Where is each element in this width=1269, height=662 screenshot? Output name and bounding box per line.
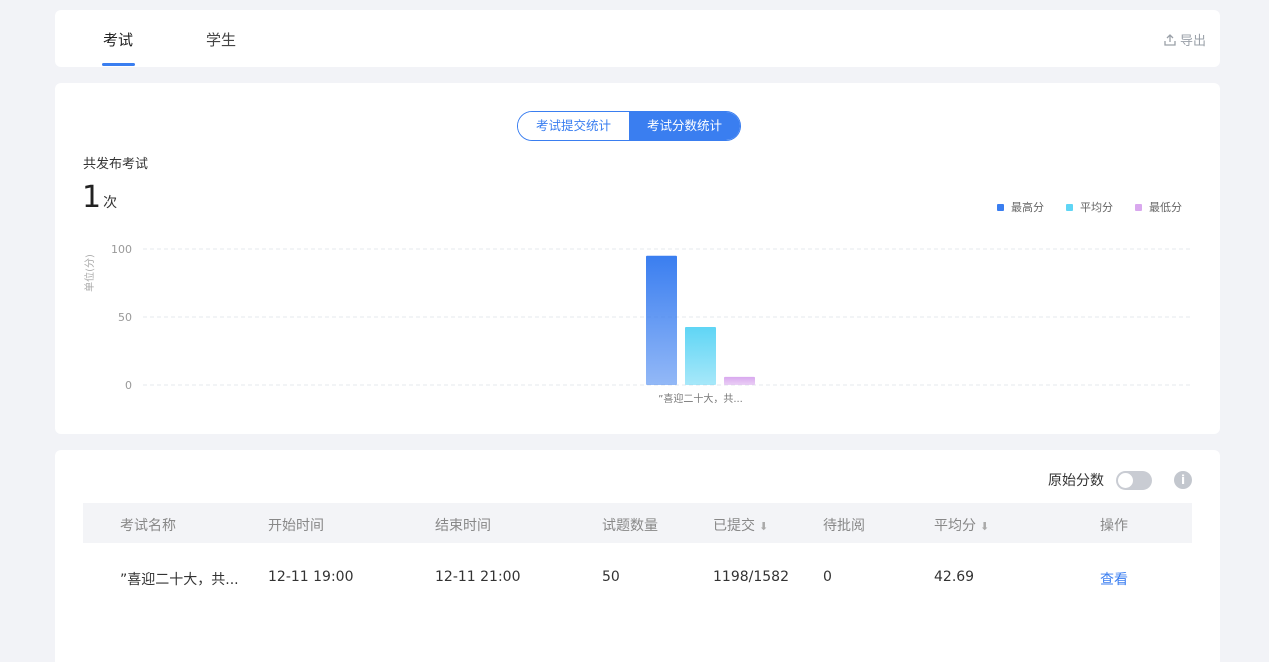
- export-button[interactable]: 导出: [1163, 30, 1206, 49]
- stats-mode-toggle: 考试提交统计 考试分数统计: [517, 111, 742, 141]
- published-count-unit: 次: [103, 195, 118, 211]
- cell-exam-name: ”喜迎二十大，共...: [120, 572, 239, 588]
- legend-label-avg: 平均分: [1080, 201, 1113, 214]
- y-axis-label: 单位(分): [83, 254, 96, 292]
- published-count-value: 1: [82, 180, 102, 215]
- legend-swatch-max: [997, 203, 1004, 211]
- bar-min: [724, 376, 755, 385]
- active-tab-indicator: [102, 63, 135, 66]
- raw-score-control: 原始分数 i: [1048, 470, 1192, 490]
- header-question-count: 试题数量: [602, 518, 658, 534]
- legend-label-max: 最高分: [1011, 201, 1044, 214]
- y-tick-label: 0: [125, 379, 132, 392]
- published-exams-count: 1 次: [82, 183, 117, 213]
- legend-item-max[interactable]: 最高分: [997, 199, 1044, 215]
- arrow-down-icon: ⬇: [759, 520, 769, 533]
- y-tick-label: 100: [111, 243, 132, 256]
- tab-student[interactable]: 学生: [206, 29, 236, 50]
- cell-submitted: 1198/1582: [713, 569, 789, 585]
- info-icon[interactable]: i: [1174, 471, 1192, 489]
- statistics-panel: 0 50 100 单位(分) ”喜迎二十大，共... 考试提交统计 考试分数统计 共发布…: [55, 83, 1220, 434]
- published-exams-label: 共发布考试: [83, 157, 149, 172]
- score-stats-button[interactable]: 考试分数统计: [629, 112, 741, 140]
- header-end-time: 结束时间: [435, 518, 491, 534]
- header-submitted[interactable]: 已提交 ⬇: [713, 515, 768, 535]
- cell-question-count: 50: [602, 569, 620, 585]
- cell-average: 42.69: [934, 569, 975, 585]
- header-pending-review: 待批阅: [823, 518, 865, 534]
- header-exam-name: 考试名称: [120, 518, 176, 534]
- chart-legend: 最高分 平均分 最低分: [997, 199, 1182, 215]
- cell-start-time: 12-11 19:00: [268, 569, 354, 585]
- header-actions: 操作: [1100, 518, 1128, 534]
- upload-icon: [1164, 33, 1176, 46]
- legend-swatch-avg: [1066, 203, 1073, 211]
- bar-max: [646, 255, 677, 385]
- header-average-label: 平均分: [934, 518, 976, 534]
- tab-bar: 考试 学生 导出: [55, 10, 1220, 67]
- bar-avg: [685, 326, 716, 385]
- submission-stats-button[interactable]: 考试提交统计: [518, 112, 630, 140]
- header-average[interactable]: 平均分 ⬇: [934, 515, 989, 535]
- cell-end-time: 12-11 21:00: [435, 569, 521, 585]
- table-header: 考试名称 开始时间 结束时间 试题数量 已提交 ⬇ 待批阅 平均分 ⬇ 操作: [83, 503, 1192, 543]
- header-submitted-label: 已提交: [713, 518, 755, 534]
- tab-exam[interactable]: 考试: [103, 29, 133, 50]
- legend-label-min: 最低分: [1149, 201, 1182, 214]
- legend-swatch-min: [1135, 203, 1142, 211]
- header-start-time: 开始时间: [268, 518, 324, 534]
- arrow-down-icon: ⬇: [980, 520, 990, 533]
- exam-table-panel: 原始分数 i 考试名称 开始时间 结束时间 试题数量 已提交 ⬇ 待批阅 平均分 ⬇…: [55, 450, 1220, 662]
- cell-pending-review: 0: [823, 569, 832, 585]
- export-label: 导出: [1179, 34, 1206, 49]
- raw-score-label: 原始分数: [1048, 473, 1104, 489]
- legend-item-avg[interactable]: 平均分: [1066, 199, 1113, 215]
- y-tick-label: 50: [118, 311, 132, 324]
- x-tick-label: ”喜迎二十大，共...: [658, 392, 743, 405]
- view-link[interactable]: 查看: [1100, 569, 1128, 589]
- raw-score-toggle[interactable]: [1116, 470, 1152, 490]
- legend-item-min[interactable]: 最低分: [1135, 199, 1182, 215]
